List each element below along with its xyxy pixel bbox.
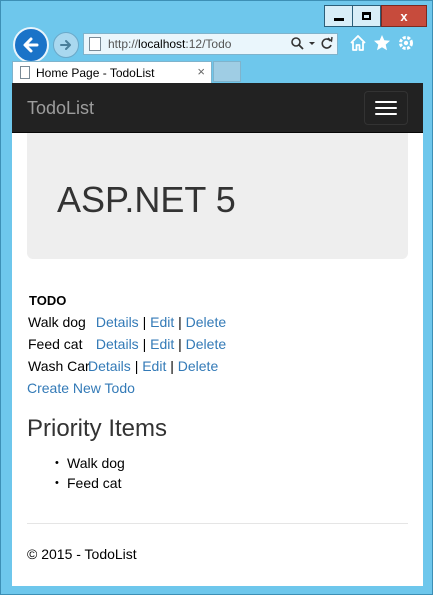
address-url[interactable]: http://localhost:12/Todo: [108, 37, 231, 51]
todo-heading: TODO: [29, 293, 67, 308]
details-link[interactable]: Details: [96, 336, 139, 352]
url-path: :12/Todo: [185, 37, 232, 51]
separator: |: [142, 314, 147, 330]
todo-name: Wash Car: [28, 358, 90, 374]
priority-heading: Priority Items: [27, 415, 168, 442]
details-link[interactable]: Details: [96, 314, 139, 330]
todo-name: Walk dog: [28, 314, 86, 330]
edit-link[interactable]: Edit: [150, 314, 174, 330]
search-icon[interactable]: [290, 36, 304, 50]
edit-link[interactable]: Edit: [142, 358, 166, 374]
delete-link[interactable]: Delete: [186, 336, 226, 352]
refresh-icon[interactable]: [320, 36, 333, 50]
hero-title: ASP.NET 5: [57, 179, 236, 220]
footer-divider: [27, 523, 408, 524]
priority-list: • Walk dog • Feed cat: [27, 453, 125, 493]
minimize-icon: [333, 17, 344, 21]
jumbotron: ASP.NET 5: [27, 133, 408, 259]
minimize-button[interactable]: [324, 5, 353, 27]
url-scheme: http://: [108, 37, 139, 51]
details-link[interactable]: Details: [88, 358, 131, 374]
page-icon: [89, 37, 101, 51]
bullet-icon: •: [55, 457, 59, 469]
url-host: localhost: [138, 37, 186, 51]
browser-window: x http://localhost:12/Todo Home Page - T…: [0, 0, 433, 595]
back-button[interactable]: [13, 27, 49, 63]
separator: |: [178, 336, 182, 352]
edit-link[interactable]: Edit: [150, 336, 174, 352]
footer-text: © 2015 - TodoList: [27, 546, 137, 562]
todo-name: Feed cat: [28, 336, 83, 352]
separator: |: [170, 358, 174, 374]
settings-gear-icon[interactable]: [397, 34, 415, 52]
new-tab-button[interactable]: [213, 61, 241, 82]
create-new-todo-link[interactable]: Create New Todo: [27, 380, 135, 396]
separator: |: [134, 358, 139, 374]
page-viewport: TodoList ASP.NET 5 TODO Walk dog Details…: [12, 83, 423, 586]
address-tools: [290, 36, 333, 50]
separator: |: [142, 336, 147, 352]
priority-list-item: • Feed cat: [27, 473, 125, 493]
hamburger-icon-bar: [375, 101, 397, 103]
back-arrow-icon: [23, 37, 39, 53]
home-icon[interactable]: [349, 34, 367, 52]
browser-tab-active[interactable]: Home Page - TodoList ×: [12, 61, 212, 83]
bullet-icon: •: [55, 477, 59, 489]
todo-row: Feed cat Details | Edit | Delete: [28, 336, 226, 352]
delete-link[interactable]: Delete: [186, 314, 226, 330]
hamburger-icon-bar: [375, 107, 397, 109]
site-navbar: TodoList: [12, 83, 423, 133]
tab-page-icon: [20, 66, 30, 79]
maximize-icon: [362, 12, 371, 20]
hamburger-icon-bar: [375, 113, 397, 115]
priority-list-item: • Walk dog: [27, 453, 125, 473]
site-brand[interactable]: TodoList: [27, 98, 94, 119]
favorites-star-icon[interactable]: [373, 34, 391, 52]
todo-row: Wash CarDetails | Edit | Delete: [28, 358, 218, 374]
tab-title: Home Page - TodoList: [36, 65, 155, 80]
priority-item-text: Feed cat: [67, 475, 122, 491]
todo-row: Walk dog Details | Edit | Delete: [28, 314, 226, 330]
delete-link[interactable]: Delete: [178, 358, 218, 374]
maximize-button[interactable]: [353, 5, 381, 27]
forward-arrow-icon: [60, 40, 71, 50]
priority-item-text: Walk dog: [67, 455, 125, 471]
forward-button[interactable]: [53, 32, 79, 58]
separator: |: [178, 314, 182, 330]
dropdown-icon[interactable]: [308, 36, 316, 50]
address-bar[interactable]: http://localhost:12/Todo: [83, 33, 338, 55]
close-window-button[interactable]: x: [381, 5, 427, 27]
close-icon: x: [400, 8, 408, 24]
tab-close-icon[interactable]: ×: [197, 64, 205, 79]
navbar-toggle-button[interactable]: [364, 91, 408, 125]
